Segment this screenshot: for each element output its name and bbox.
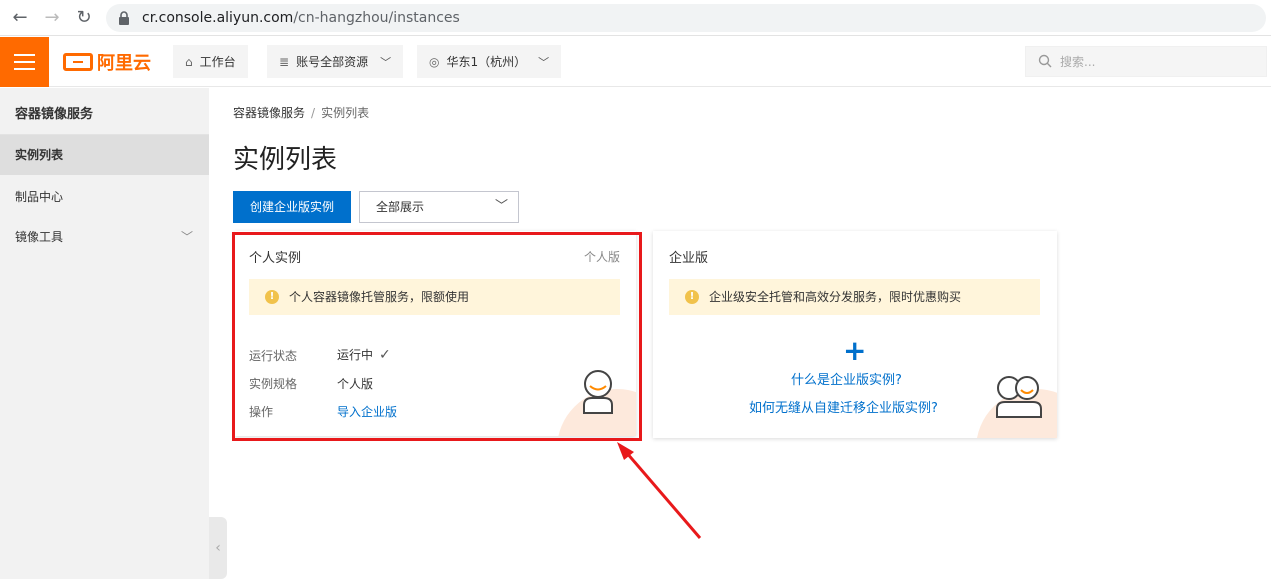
forward-icon[interactable]: → [42,8,62,28]
notice-banner: ! 企业级安全托管和高效分发服务，限时优惠购买 [669,279,1040,315]
browser-toolbar: ← → ↻ cr.console.aliyun.com/cn-hangzhou/… [0,0,1271,36]
search-input[interactable] [1060,53,1250,71]
notice-banner: ! 个人容器镜像托管服务，限额使用 [249,279,620,315]
sidebar-item-artifacts[interactable]: 制品中心 [0,177,209,217]
workbench-button[interactable]: ⌂ 工作台 [173,45,248,78]
avatar-icon [583,370,613,414]
chevron-down-icon: ﹀ [494,199,508,214]
sidebar-item-label: 镜像工具 [15,230,64,244]
breadcrumb-separator: / [311,106,316,120]
region-dropdown[interactable]: ◎ 华东1（杭州） ﹀ [417,45,562,78]
import-enterprise-link[interactable]: 导入企业版 [337,403,397,420]
create-enterprise-instance-button[interactable]: 创建企业版实例 [233,191,351,223]
spec-value: 个人版 [337,377,374,391]
url-text: cr.console.aliyun.com/cn-hangzhou/instan… [142,10,460,26]
chevron-down-icon: ﹀ [538,55,550,69]
warning-icon: ! [685,290,699,304]
status-value: 运行中 ✓ [337,346,391,363]
search-icon [1038,54,1052,68]
card-title: 企业版 [669,251,709,266]
card-tag: 个人版 [583,250,620,264]
plus-icon[interactable]: + [843,334,866,367]
what-is-enterprise-link[interactable]: 什么是企业版实例? [791,369,902,388]
sidebar-title: 容器镜像服务 [15,107,94,122]
spec-label: 实例规格 [249,377,298,391]
url-host: cr.console.aliyun.com [142,10,294,26]
avatar-group-icon [996,376,1042,418]
notice-text: 企业级安全托管和高效分发服务，限时优惠购买 [709,290,962,304]
region-label: 华东1（杭州） [446,55,527,69]
chevron-down-icon: ﹀ [380,55,392,69]
filter-select[interactable]: 全部展示 ﹀ [359,191,519,223]
logo-text: 阿里云 [97,53,151,74]
status-text: 运行中 [337,348,374,362]
collapse-sidebar-icon[interactable]: ‹ [209,517,227,579]
home-icon: ⌂ [185,54,193,69]
logo-mark-icon [63,53,93,71]
search-box[interactable] [1025,46,1267,77]
lock-icon [119,11,129,25]
sidebar-item-label: 实例列表 [15,148,64,162]
filter-select-value: 全部展示 [376,200,425,214]
workbench-label: 工作台 [199,55,236,69]
sidebar-item-image-tools[interactable]: 镜像工具 ﹀ [0,217,209,257]
action-label: 操作 [249,405,274,419]
location-icon: ◎ [429,54,440,69]
sidebar-item-label: 制品中心 [15,190,64,204]
status-label: 运行状态 [249,349,298,363]
url-path: /cn-hangzhou/instances [293,10,460,26]
reload-icon[interactable]: ↻ [74,8,94,28]
notice-text: 个人容器镜像托管服务，限额使用 [289,290,470,304]
menu-icon[interactable] [0,37,49,87]
breadcrumb: 容器镜像服务 / 实例列表 [233,104,369,121]
aliyun-logo[interactable]: 阿里云 [63,50,151,74]
resource-icon: ≣ [279,54,290,69]
enterprise-instance-card[interactable]: 企业版 ! 企业级安全托管和高效分发服务，限时优惠购买 + 什么是企业版实例? … [653,231,1057,438]
check-icon: ✓ [379,347,391,363]
resources-label: 账号全部资源 [296,55,369,69]
personal-instance-card[interactable]: 个人实例 个人版 ! 个人容器镜像托管服务，限额使用 运行状态 运行中 ✓ 实例规… [235,231,636,436]
card-title: 个人实例 [249,251,302,266]
resources-dropdown[interactable]: ≣ 账号全部资源 ﹀ [267,45,404,78]
address-bar[interactable]: cr.console.aliyun.com/cn-hangzhou/instan… [106,4,1266,32]
sidebar: 容器镜像服务 实例列表 制品中心 镜像工具 ﹀ [0,88,209,579]
warning-icon: ! [265,290,279,304]
breadcrumb-root[interactable]: 容器镜像服务 [233,106,305,120]
sidebar-item-instances[interactable]: 实例列表 [0,135,209,175]
migrate-enterprise-link[interactable]: 如何无缝从自建迁移企业版实例? [749,397,938,416]
chevron-down-icon: ﹀ [180,230,193,244]
breadcrumb-current: 实例列表 [321,106,370,120]
page-title: 实例列表 [233,145,338,175]
console-topbar: 阿里云 ⌂ 工作台 ≣ 账号全部资源 ﹀ ◎ 华东1（杭州） ﹀ [0,37,1271,87]
back-icon[interactable]: ← [10,8,30,28]
